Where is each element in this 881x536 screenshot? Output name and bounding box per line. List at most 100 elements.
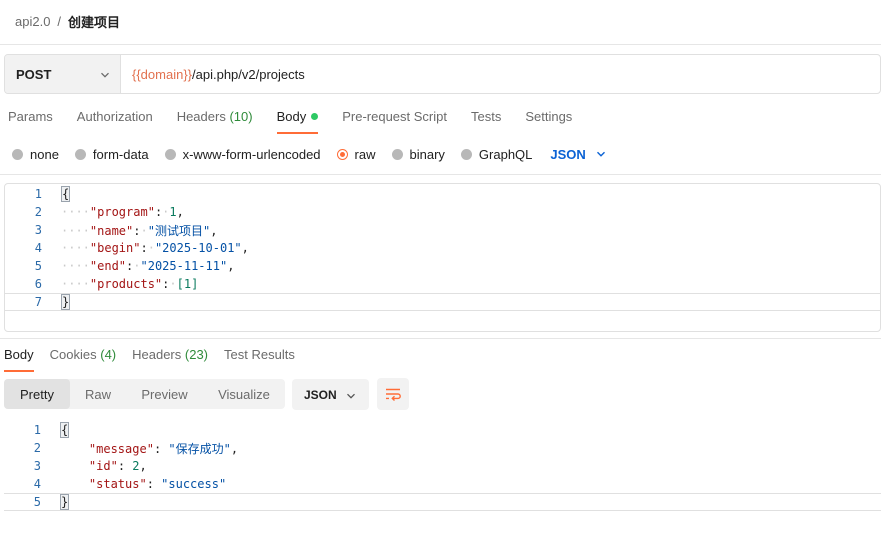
json-key: "program" xyxy=(89,205,155,219)
chevron-down-icon xyxy=(101,72,109,78)
chevron-down-icon xyxy=(347,393,355,399)
json-key: "begin" xyxy=(89,241,141,255)
url-path: /api.php/v2/projects xyxy=(192,66,305,82)
json-value: 2 xyxy=(132,459,140,473)
code-line: 3 ····"name":·"测试项目", xyxy=(5,221,880,239)
chevron-down-icon xyxy=(596,151,605,157)
breadcrumb: api2.0 / 创建项目 xyxy=(15,12,120,30)
line-number: 4 xyxy=(34,241,42,255)
line-number: 2 xyxy=(33,441,41,455)
breadcrumb-separator: / xyxy=(57,13,62,29)
tab-body[interactable]: Body xyxy=(276,106,319,134)
close-brace: } xyxy=(61,294,71,310)
json-key: "status" xyxy=(88,477,147,491)
json-value: "2025-11-11" xyxy=(140,259,228,273)
body-format-dropdown[interactable]: JSON xyxy=(550,147,605,162)
radio-circle-icon xyxy=(12,148,23,160)
open-brace: { xyxy=(61,186,71,202)
line-number: 5 xyxy=(33,495,41,509)
json-key: "message" xyxy=(88,441,154,456)
line-number: 6 xyxy=(34,277,42,291)
cookies-count: (4) xyxy=(100,347,117,362)
json-value: "success" xyxy=(161,477,227,491)
request-tabs: Params Authorization Headers (10) Body P… xyxy=(8,106,596,134)
radio-binary[interactable]: binary xyxy=(391,147,445,162)
body-type-selector: none form-data x-www-form-urlencoded raw… xyxy=(12,144,606,164)
breadcrumb-collection-link[interactable]: api2.0 xyxy=(15,14,50,29)
method-dropdown[interactable]: POST xyxy=(5,55,121,93)
view-pretty-button[interactable]: Pretty xyxy=(4,379,70,409)
radio-raw[interactable]: raw xyxy=(336,147,376,162)
tab-pre-request-script[interactable]: Pre-request Script xyxy=(342,106,447,134)
json-key: "products" xyxy=(89,277,163,291)
code-line: 4 ····"begin":·"2025-10-01", xyxy=(5,239,880,257)
response-view-mode-group: Pretty Raw Preview Visualize xyxy=(4,379,285,409)
line-number: 5 xyxy=(34,259,42,273)
tab-authorization[interactable]: Authorization xyxy=(77,106,153,134)
radio-x-www-form-urlencoded[interactable]: x-www-form-urlencoded xyxy=(164,147,321,162)
radio-circle-icon xyxy=(74,148,86,160)
json-key: "name" xyxy=(89,223,134,238)
response-headers-count: (23) xyxy=(184,347,209,362)
radio-form-data[interactable]: form-data xyxy=(74,147,149,162)
radio-graphql[interactable]: GraphQL xyxy=(460,147,532,162)
code-line: 4 "status": "success" xyxy=(4,475,881,493)
view-raw-button[interactable]: Raw xyxy=(70,379,126,409)
code-line: 2 ····"program":·1, xyxy=(5,203,880,221)
response-tab-test-results[interactable]: Test Results xyxy=(224,344,295,372)
code-line-active: 7 } xyxy=(5,293,880,311)
url-variable: {{domain}} xyxy=(132,66,193,82)
radio-circle-icon xyxy=(164,148,176,160)
request-url-bar: POST {{domain}}/api.php/v2/projects xyxy=(4,54,881,94)
body-divider xyxy=(0,174,881,175)
request-body-editor[interactable]: 1 { 2 ····"program":·1, 3 ····"name":·"测… xyxy=(4,183,881,332)
radio-circle-icon xyxy=(460,148,472,160)
code-line: 3 "id": 2, xyxy=(4,457,881,475)
tab-headers[interactable]: Headers (10) xyxy=(177,106,253,134)
headers-count: (10) xyxy=(229,109,253,124)
response-tab-headers[interactable]: Headers (23) xyxy=(132,344,208,372)
close-brace: } xyxy=(60,494,70,510)
code-line: 1 { xyxy=(4,421,881,439)
open-brace: { xyxy=(60,422,70,438)
tab-params[interactable]: Params xyxy=(8,106,53,134)
request-name[interactable]: 创建项目 xyxy=(68,12,120,31)
tab-tests[interactable]: Tests xyxy=(471,106,501,134)
line-number: 2 xyxy=(34,205,42,219)
response-body-viewer[interactable]: 1 { 2 "message": "保存成功", 3 "id": 2, 4 "s… xyxy=(4,420,881,512)
json-value: 1 xyxy=(169,205,177,219)
response-tab-body[interactable]: Body xyxy=(4,344,34,372)
view-visualize-button[interactable]: Visualize xyxy=(203,379,285,409)
json-key: "end" xyxy=(89,259,127,273)
method-label: POST xyxy=(16,66,52,82)
response-divider xyxy=(0,338,881,339)
code-line: 2 "message": "保存成功", xyxy=(4,439,881,457)
json-key: "id" xyxy=(88,459,118,473)
radio-selected-icon xyxy=(336,148,348,160)
code-line: 1 { xyxy=(5,185,880,203)
response-format-dropdown[interactable]: JSON xyxy=(292,379,369,410)
json-value: "测试项目" xyxy=(147,223,211,238)
json-value: [1] xyxy=(176,277,199,291)
line-number: 1 xyxy=(34,187,42,201)
json-value: "保存成功" xyxy=(168,441,231,456)
line-number: 4 xyxy=(33,477,41,491)
view-preview-button[interactable]: Preview xyxy=(126,379,203,409)
code-line-active: 5 } xyxy=(4,493,881,511)
header-divider xyxy=(0,44,881,45)
response-tab-cookies[interactable]: Cookies (4) xyxy=(50,344,116,372)
line-number: 7 xyxy=(34,295,42,309)
body-indicator-dot-icon xyxy=(311,113,319,120)
json-value: "2025-10-01" xyxy=(154,241,242,255)
radio-none[interactable]: none xyxy=(12,147,59,162)
code-line: 5 ····"end":·"2025-11-11", xyxy=(5,257,880,275)
line-number: 1 xyxy=(33,423,41,437)
wrap-lines-icon xyxy=(386,388,401,402)
radio-circle-icon xyxy=(391,148,403,160)
url-input[interactable]: {{domain}}/api.php/v2/projects xyxy=(121,55,880,93)
wrap-lines-button[interactable] xyxy=(377,378,409,410)
response-tabs: Body Cookies (4) Headers (23) Test Resul… xyxy=(4,344,311,372)
tab-settings[interactable]: Settings xyxy=(525,106,572,134)
line-number: 3 xyxy=(34,223,42,237)
line-number: 3 xyxy=(33,459,41,473)
